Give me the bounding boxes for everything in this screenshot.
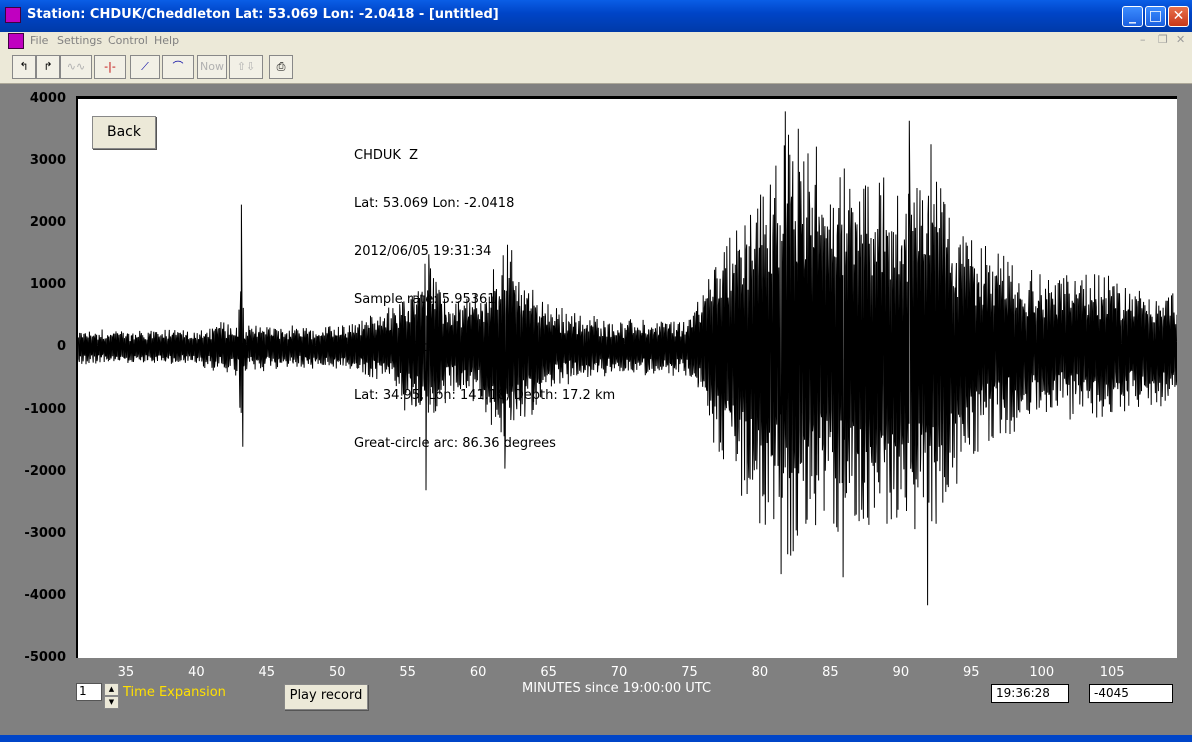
waveform-icon[interactable]: ∿∿ [60, 55, 92, 79]
info-line-datetime: 2012/06/05 19:31:34 [354, 244, 492, 259]
document-icon[interactable] [8, 33, 24, 49]
spin-down-icon[interactable]: ▼ [104, 696, 119, 709]
mdi-minimize-icon[interactable]: – [1140, 33, 1146, 46]
filter-icon[interactable]: ⟋ [130, 55, 160, 79]
y-tick-label: 3000 [29, 153, 66, 169]
menu-file[interactable]: File [30, 34, 48, 47]
menu-help[interactable]: Help [154, 34, 179, 47]
mdi-close-icon[interactable]: ✕ [1176, 33, 1185, 46]
info-line-sample-rate: Sample rate: 5.95361 [354, 292, 496, 307]
title-bar: Station: CHDUK/Cheddleton Lat: 53.069 Lo… [0, 0, 1192, 32]
station-info: CHDUK Z Lat: 53.069 Lon: -2.0418 2012/06… [354, 116, 615, 468]
menu-control[interactable]: Control [108, 34, 148, 47]
x-tick-label: 35 [117, 665, 135, 680]
info-line-location: Lat: 53.069 Lon: -2.0418 [354, 196, 515, 211]
info-line-station: CHDUK Z [354, 148, 419, 163]
x-tick-label: 60 [469, 665, 487, 680]
time-expansion-input[interactable]: 1 [76, 683, 102, 701]
save-file-icon[interactable]: ↱ [36, 55, 60, 79]
x-tick-label: 65 [540, 665, 557, 680]
y-tick-label: -4000 [24, 587, 66, 603]
maximize-button[interactable]: □ [1145, 6, 1166, 27]
x-tick-label: 95 [963, 665, 980, 680]
scroll-arrows-icon[interactable]: ⇧⇩ [229, 55, 263, 79]
x-tick-label: 70 [610, 665, 628, 680]
menu-settings[interactable]: Settings [57, 34, 102, 47]
seismogram-svg [78, 111, 1177, 606]
time-expansion-label: Time Expansion [123, 685, 226, 700]
x-tick-label: 105 [1099, 665, 1125, 680]
toolbar: ↰ ↱ ∿∿ -|- ⟋ ⌒ Now ⇧⇩ ⎙ [0, 51, 1192, 84]
back-button[interactable]: Back [92, 116, 156, 149]
play-record-button[interactable]: Play record [284, 684, 368, 710]
x-tick-label: 85 [822, 665, 839, 680]
app-icon[interactable] [5, 7, 21, 23]
x-tick-label: 40 [188, 665, 205, 680]
window-border [0, 735, 1192, 742]
seismogram-plot[interactable] [76, 96, 1177, 658]
minimize-button[interactable]: _ [1122, 6, 1143, 27]
y-tick-label: -2000 [24, 463, 66, 479]
y-tick-label: -1000 [24, 401, 66, 417]
print-icon[interactable]: ⎙ [269, 55, 293, 79]
menu-bar: File Settings Control Help – ❐ ✕ [0, 32, 1192, 51]
y-tick-label: 2000 [29, 215, 66, 231]
window-title: Station: CHDUK/Cheddleton Lat: 53.069 Lo… [27, 7, 499, 22]
x-tick-label: 100 [1029, 665, 1055, 680]
series-trace [78, 111, 1177, 606]
y-tick-label: 0 [56, 339, 66, 355]
x-tick-label: 55 [399, 665, 416, 680]
time-readout: 19:36:28 [991, 684, 1069, 703]
x-tick-label: 90 [892, 665, 910, 680]
x-tick-label: 50 [328, 665, 346, 680]
y-tick-label: -5000 [24, 650, 66, 665]
open-file-icon[interactable]: ↰ [12, 55, 36, 79]
y-tick-label: 1000 [29, 277, 66, 293]
pick-marker-icon[interactable]: -|- [94, 55, 126, 79]
time-expansion-stepper[interactable]: ▲ ▼ [104, 683, 119, 710]
value-readout: -4045 [1089, 684, 1173, 703]
now-button[interactable]: Now [197, 55, 227, 79]
mdi-restore-icon[interactable]: ❐ [1158, 33, 1168, 46]
info-line-filters: Multiple filters applied [354, 340, 499, 355]
spectrum-icon[interactable]: ⌒ [162, 55, 194, 79]
info-line-event: Lat: 34.95, Lon: 141.18, Depth: 17.2 km [354, 388, 616, 403]
x-tick-label: 75 [681, 665, 698, 680]
close-button[interactable]: ✕ [1168, 6, 1189, 27]
x-tick-label: 45 [258, 665, 276, 680]
y-tick-label: -3000 [24, 525, 66, 541]
info-line-arc: Great-circle arc: 86.36 degrees [354, 436, 556, 451]
y-tick-label: 4000 [29, 91, 66, 106]
spin-up-icon[interactable]: ▲ [104, 683, 119, 696]
x-axis-label: MINUTES since 19:00:00 UTC [522, 681, 712, 696]
x-tick-label: 80 [751, 665, 769, 680]
